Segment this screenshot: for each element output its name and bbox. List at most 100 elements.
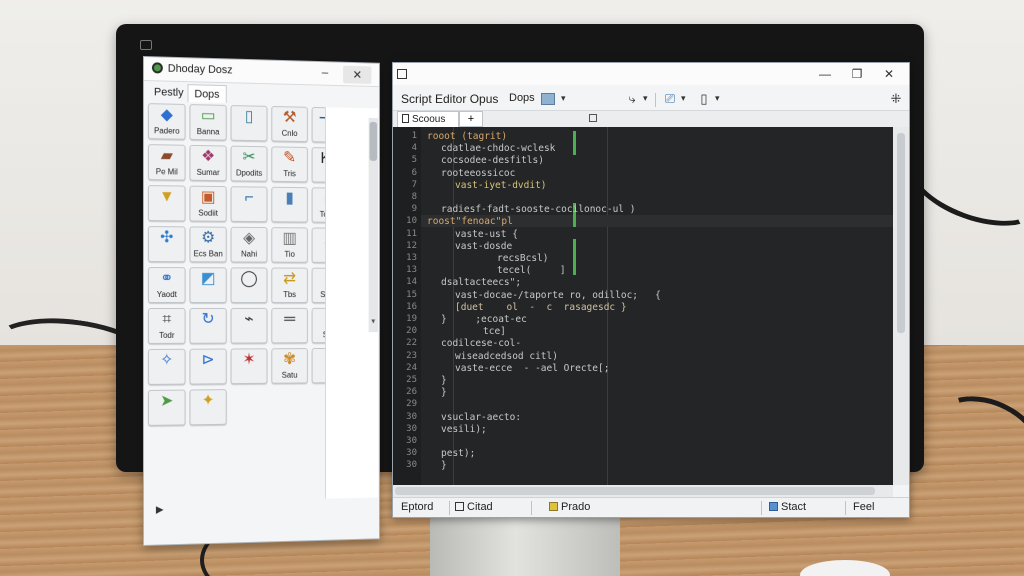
status-start-label: Stact	[781, 501, 806, 513]
tool-button[interactable]: ▭ Banna	[189, 104, 226, 141]
tool-button[interactable]: ✂ Dpodits	[231, 146, 268, 182]
code-line[interactable]: } ;ecoat-ec	[441, 314, 527, 325]
code-line[interactable]: vsuclar-aecto:	[441, 412, 521, 423]
pin-icon[interactable]: ⁜	[889, 92, 903, 106]
ruler-icon: ▯	[232, 108, 267, 127]
code-line[interactable]: vast-dosde	[455, 241, 512, 252]
code-line[interactable]: recsBcsl)	[497, 253, 548, 264]
window-system-icon[interactable]	[397, 69, 407, 79]
status-export[interactable]: Eptord	[401, 501, 433, 513]
options-icon[interactable]	[541, 93, 555, 105]
code-line[interactable]: tce]	[483, 326, 506, 337]
change-marker	[573, 239, 576, 275]
scrollbar-thumb[interactable]	[370, 122, 378, 161]
tool-button[interactable]: ⌗ Todr	[148, 308, 186, 344]
code-line[interactable]: roost"fenoac"pl	[427, 216, 513, 227]
code-line[interactable]: dsaltacteecs";	[441, 277, 521, 288]
tool-button[interactable]: ▼	[148, 185, 186, 221]
tool-button[interactable]: ↻	[189, 308, 226, 344]
code-line[interactable]: vaste-ust {	[455, 229, 518, 240]
tab-dops[interactable]: Dops	[188, 84, 227, 103]
minimize-button[interactable]: –	[317, 65, 332, 81]
scrollbar-thumb[interactable]	[897, 133, 905, 333]
tool-button[interactable]: ◩	[189, 267, 226, 303]
line-number: 12	[395, 241, 417, 251]
line-number: 16	[395, 302, 417, 312]
status-start[interactable]: Stact	[769, 501, 806, 513]
page-icon[interactable]: ▯	[697, 92, 711, 106]
tool-button[interactable]: ✶	[231, 348, 268, 384]
status-free[interactable]: Feel	[853, 501, 874, 513]
horizontal-scrollbar[interactable]	[393, 485, 893, 497]
editor-titlebar[interactable]: — ❐ ✕	[393, 63, 909, 85]
tool-button[interactable]: ═	[271, 308, 308, 343]
tool-button[interactable]: ✎ Tris	[271, 146, 308, 182]
tool-label: Banna	[190, 127, 225, 137]
chevron-down-icon[interactable]: ▾	[681, 93, 686, 104]
vertical-scrollbar[interactable]	[893, 127, 909, 485]
tool-button[interactable]: ⌁	[231, 308, 268, 344]
code-line[interactable]: vast-iyet-dvdit)	[455, 180, 547, 191]
code-line[interactable]: [duet ol - c rasagesdc }	[455, 302, 627, 313]
tool-button[interactable]: ✣	[148, 226, 186, 262]
tool-button[interactable]: ⌐	[231, 186, 268, 222]
tab-pestly[interactable]: Pestly	[148, 83, 189, 102]
code-line[interactable]: rooot (tagrit)	[427, 131, 507, 142]
palette-scrollbar[interactable]	[369, 118, 378, 332]
tool-button[interactable]: ▥ Tio	[271, 227, 308, 263]
tool-button[interactable]: ◈ Nahi	[231, 227, 268, 263]
tool-button[interactable]: ▣ Sodiit	[189, 186, 226, 222]
close-button[interactable]: ✕	[875, 65, 903, 83]
status-cited[interactable]: Citad	[455, 501, 493, 513]
maximize-button[interactable]: ❐	[843, 65, 871, 83]
tab-scoous[interactable]: Scoous	[397, 111, 459, 127]
tool-button[interactable]: ▮	[271, 187, 308, 223]
code-line[interactable]: wiseadcedsod citl)	[455, 351, 558, 362]
tool-button[interactable]: ▯	[231, 105, 268, 141]
minimize-button[interactable]: —	[811, 65, 839, 83]
code-line[interactable]: vaste-ecce - -ael Orecte[;	[455, 363, 609, 374]
step-icon[interactable]: ⤷	[625, 92, 639, 106]
new-tab-button[interactable]: +	[459, 111, 483, 127]
tool-button[interactable]: ◆ Padero	[148, 103, 186, 140]
code-editor[interactable]: 1 rooot (tagrit) 4 cdatlae-chdoc-wclesk 5 coc…	[393, 127, 893, 485]
chevron-down-icon[interactable]: ▾	[643, 93, 648, 104]
tool-button[interactable]: ⊳	[189, 349, 226, 385]
options-dropdown[interactable]: Dops	[509, 92, 535, 104]
tool-button[interactable]: ⚒ Cnlo	[271, 106, 308, 142]
expand-arrow-icon[interactable]: ▶	[156, 505, 164, 516]
tool-button[interactable]: ✾ Satu	[271, 348, 308, 384]
tool-button[interactable]: ◯	[231, 267, 268, 303]
line-number: 23	[395, 351, 417, 361]
tool-button[interactable]: ➤	[148, 390, 186, 426]
code-line[interactable]: vast-docae-/taporte ro, odilloc; {	[455, 290, 661, 301]
status-prado[interactable]: Prado	[549, 501, 590, 513]
scrollbar-thumb[interactable]	[395, 487, 875, 495]
scroll-down-icon[interactable]: ▼	[369, 319, 378, 329]
code-line[interactable]: cocsodee-desfitls)	[441, 155, 544, 166]
close-button[interactable]: ✕	[343, 66, 371, 84]
tool-button[interactable]: ✧	[148, 349, 186, 385]
status-divider	[845, 501, 846, 515]
code-line[interactable]: pest);	[441, 448, 475, 459]
tool-button[interactable]: ▰ Pe Mil	[148, 144, 186, 181]
code-line[interactable]: radiesf-fadt-sooste-cocilonoc-ul )	[441, 204, 635, 215]
chevron-down-icon[interactable]: ▾	[561, 93, 566, 104]
tool-button[interactable]: ⇄ Tbs	[271, 268, 308, 303]
code-line[interactable]: }	[441, 460, 447, 471]
tool-button[interactable]: ✦	[189, 389, 226, 425]
equals-icon: ═	[272, 311, 307, 329]
code-line[interactable]: }	[441, 387, 447, 398]
tool-button[interactable]: ⚙ Ecs Ban	[189, 226, 226, 262]
tool-button[interactable]: ⚭ Yaodt	[148, 267, 186, 303]
tool-label: Sodiit	[190, 209, 225, 218]
monitor-icon[interactable]: ⎚	[663, 92, 677, 106]
chevron-down-icon[interactable]: ▾	[715, 93, 720, 104]
code-line[interactable]: rooteeossicoc	[441, 168, 515, 179]
code-line[interactable]: }	[441, 375, 447, 386]
tool-button[interactable]: ❖ Sumar	[189, 145, 226, 181]
code-line[interactable]: codilcese-col-	[441, 338, 521, 349]
code-line[interactable]: cdatlae-chdoc-wclesk	[441, 143, 555, 154]
code-line[interactable]: tecel( ]	[497, 265, 566, 276]
code-line[interactable]: vesili);	[441, 424, 487, 435]
